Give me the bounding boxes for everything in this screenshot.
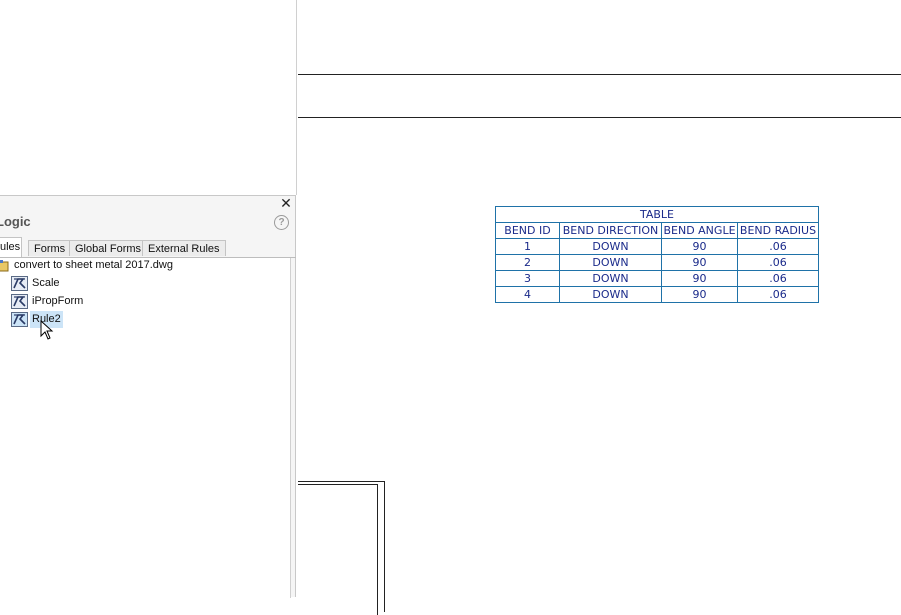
table-header-cell: BEND ANGLE [661,222,738,239]
table-header-cell: BEND DIRECTION [559,222,662,239]
browser-blank-area [0,0,297,195]
table-cell: 4 [495,286,560,303]
drawing-border-line [298,117,901,118]
tree-rule-item[interactable]: iPropForm [0,293,290,310]
table-header-row: BEND ID BEND DIRECTION BEND ANGLE BEND R… [495,222,819,239]
table-cell: 3 [495,270,560,287]
table-header-cell: BEND RADIUS [737,222,819,239]
drawing-view-frame-inner [298,484,378,615]
help-icon[interactable]: ? [274,215,289,230]
table-header-cell: BEND ID [495,222,560,239]
tab-rules[interactable]: ules [0,237,22,257]
rule-label: iPropForm [32,295,84,307]
rule-icon [11,294,28,309]
table-cell: .06 [737,238,819,255]
tab-global-forms[interactable]: Global Forms [69,240,148,256]
tab-global-forms-label: Global Forms [75,243,142,255]
ilogic-panel: ✕ Logic ? ules Forms Global Forms Extern… [0,195,296,598]
table-cell: 1 [495,238,560,255]
mouse-cursor-icon [40,320,54,340]
close-panel-button[interactable]: ✕ [279,196,293,210]
table-cell: 2 [495,254,560,271]
tab-forms[interactable]: Forms [28,240,72,256]
tab-rules-label: ules [0,241,21,253]
rule-icon [11,276,28,291]
table-cell: 90 [661,238,738,255]
tab-forms-label: Forms [34,243,66,255]
table-row: 2 DOWN 90 .06 [495,254,819,271]
drawing-border-line [298,74,901,75]
table-title: TABLE [495,206,819,223]
table-cell: DOWN [559,238,662,255]
table-cell: 90 [661,286,738,303]
table-cell: DOWN [559,254,662,271]
rule-icon [11,312,28,327]
document-label: convert to sheet metal 2017.dwg [14,259,173,271]
tab-external-rules[interactable]: External Rules [142,240,226,256]
tree-document-node[interactable]: convert to sheet metal 2017.dwg [0,257,290,274]
bend-table[interactable]: TABLE BEND ID BEND DIRECTION BEND ANGLE … [495,206,819,303]
table-cell: 90 [661,254,738,271]
table-cell: .06 [737,254,819,271]
panel-tab-strip: ules Forms Global Forms External Rules [0,237,296,258]
table-cell: .06 [737,286,819,303]
table-title-row: TABLE [495,206,819,223]
close-icon: ✕ [280,195,292,211]
table-cell: 90 [661,270,738,287]
table-row: 3 DOWN 90 .06 [495,270,819,287]
table-cell: DOWN [559,286,662,303]
tab-external-rules-label: External Rules [148,243,220,255]
rules-tree: convert to sheet metal 2017.dwg Scale iP… [0,258,291,598]
table-cell: .06 [737,270,819,287]
table-cell: DOWN [559,270,662,287]
rule-label: Scale [32,277,60,289]
document-icon [0,260,9,272]
tree-rule-item[interactable]: Scale [0,275,290,292]
table-row: 4 DOWN 90 .06 [495,286,819,303]
table-row: 1 DOWN 90 .06 [495,238,819,255]
panel-title: Logic [0,214,31,229]
